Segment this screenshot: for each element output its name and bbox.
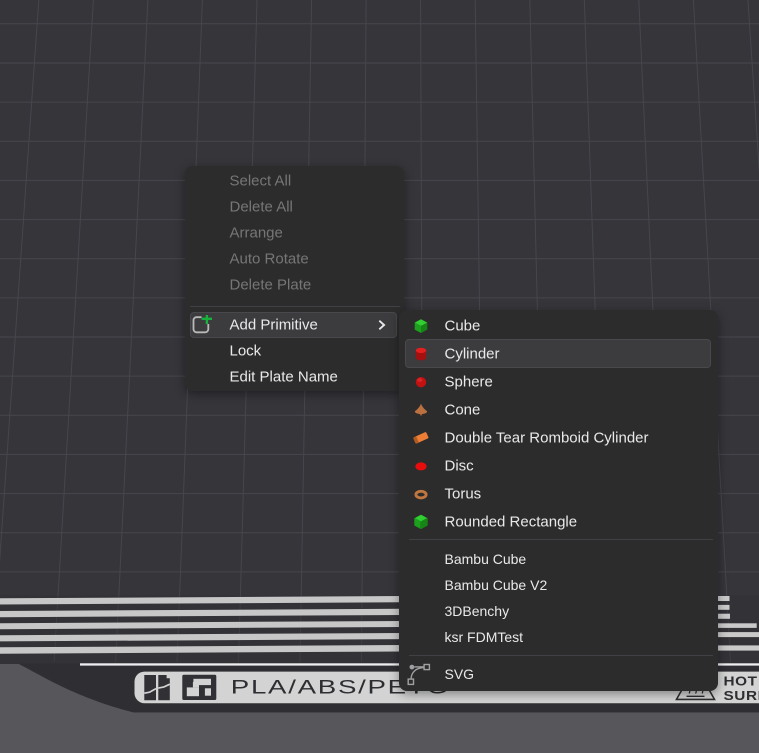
svg-text:HOT: HOT xyxy=(724,674,758,689)
svg-text:SURFACE: SURFACE xyxy=(724,689,759,704)
